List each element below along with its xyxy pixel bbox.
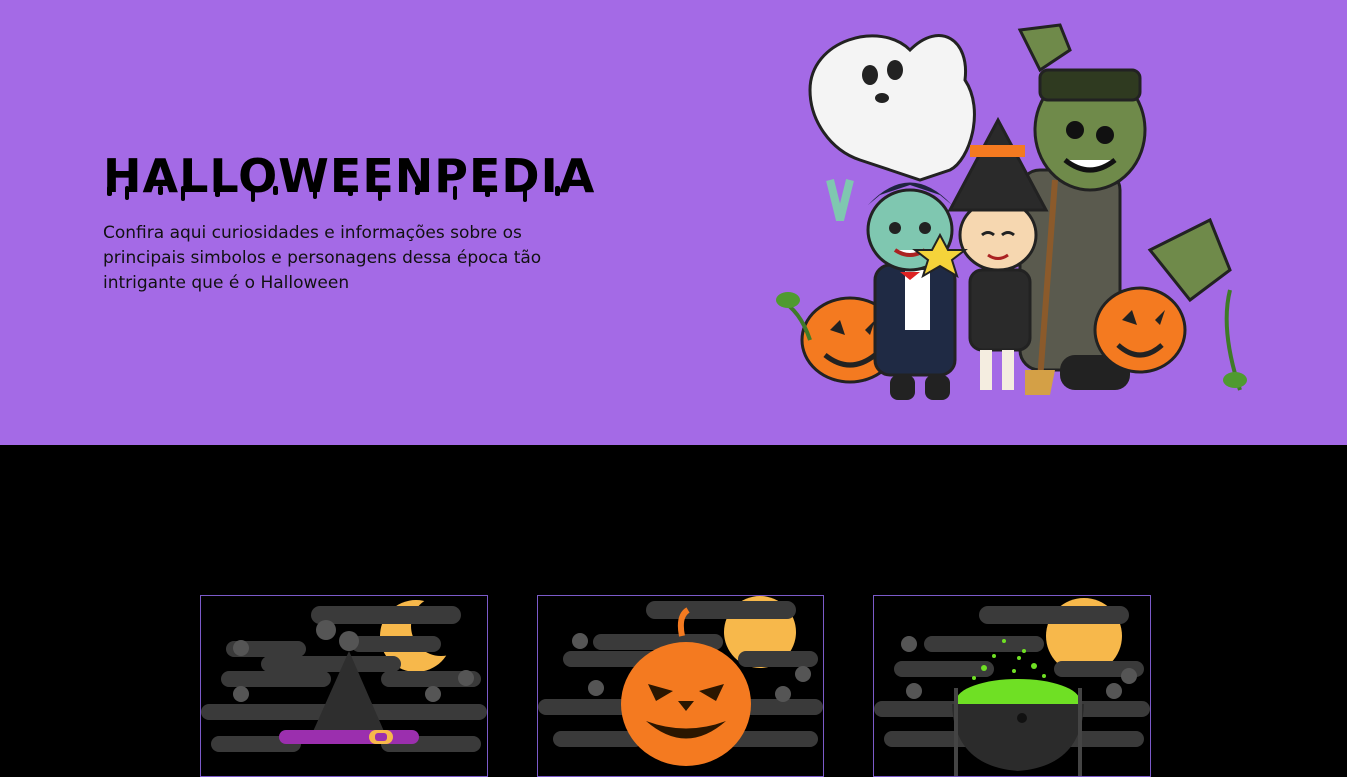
ghost-figure [808, 34, 976, 182]
hero-description: Confira aqui curiosidades e informações … [103, 223, 542, 293]
witch-hat-icon [201, 596, 487, 752]
card-pumpkin[interactable] [537, 595, 824, 777]
card-witch-hat[interactable] [200, 595, 488, 777]
title-drips-decoration [107, 186, 560, 202]
hero-section: HALLOWEENPEDIA Confira aqui curiosidades… [0, 0, 1347, 445]
halloween-characters-illustration [776, 23, 1247, 400]
pumpkin-icon [538, 596, 823, 766]
card-cauldron[interactable] [873, 595, 1151, 777]
cauldron-icon [874, 598, 1150, 776]
cards-section [0, 445, 1347, 777]
